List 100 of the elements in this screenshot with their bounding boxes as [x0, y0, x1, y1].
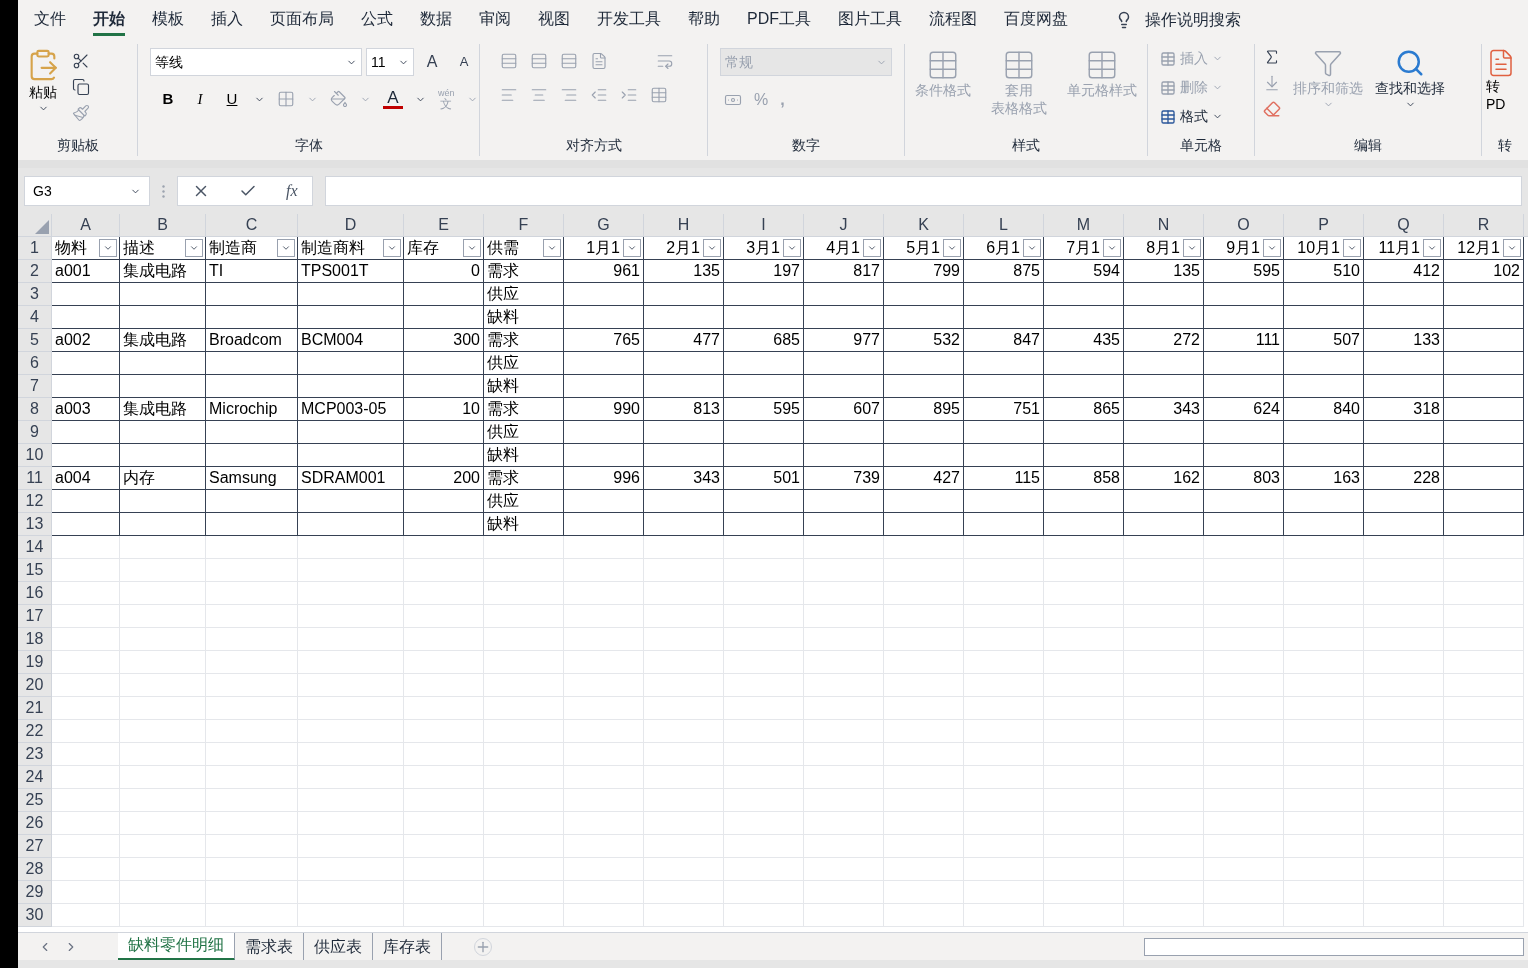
column-header[interactable]: C — [206, 214, 298, 236]
fill-color-icon[interactable] — [330, 90, 348, 109]
eraser-icon[interactable] — [1263, 100, 1281, 118]
column-header[interactable]: R — [1444, 214, 1524, 236]
sheet-tab[interactable]: 缺料零件明细 — [118, 932, 235, 961]
column-header[interactable]: I — [724, 214, 804, 236]
orientation-icon[interactable] — [590, 52, 608, 70]
column-header[interactable]: F — [484, 214, 564, 236]
filter-dropdown[interactable] — [1103, 239, 1121, 257]
row-header[interactable]: 10 — [18, 444, 52, 467]
cut-icon[interactable] — [72, 52, 90, 70]
filter-dropdown[interactable] — [703, 239, 721, 257]
row-header[interactable]: 26 — [18, 812, 52, 835]
row-header[interactable]: 30 — [18, 904, 52, 927]
filter-dropdown[interactable] — [1023, 239, 1041, 257]
underline-button[interactable]: U — [222, 88, 242, 111]
decrease-indent-icon[interactable] — [590, 86, 608, 104]
middle-align-icon[interactable] — [530, 52, 548, 70]
copy-icon[interactable] — [72, 78, 90, 96]
filter-dropdown[interactable] — [463, 239, 481, 257]
filter-dropdown[interactable] — [277, 239, 295, 257]
column-header[interactable]: L — [964, 214, 1044, 236]
filter-dropdown[interactable] — [1263, 239, 1281, 257]
bold-button[interactable]: B — [158, 88, 178, 111]
row-header[interactable]: 20 — [18, 674, 52, 697]
row-header[interactable]: 17 — [18, 605, 52, 628]
ribbon-tab[interactable]: 帮助 — [688, 4, 720, 36]
column-header[interactable]: D — [298, 214, 404, 236]
row-header[interactable]: 21 — [18, 697, 52, 720]
border-icon[interactable] — [277, 90, 295, 109]
ribbon-tab[interactable]: 百度网盘 — [1004, 4, 1068, 36]
ribbon-tab[interactable]: 视图 — [538, 4, 570, 36]
row-header[interactable]: 18 — [18, 628, 52, 651]
row-header[interactable]: 4 — [18, 306, 52, 329]
shrink-font-button[interactable]: A — [450, 52, 478, 72]
row-header[interactable]: 28 — [18, 858, 52, 881]
row-header[interactable]: 8 — [18, 398, 52, 421]
row-header[interactable]: 22 — [18, 720, 52, 743]
ribbon-tab[interactable]: 插入 — [211, 4, 243, 36]
fill-down-icon[interactable] — [1263, 74, 1281, 92]
formula-field[interactable] — [325, 176, 1522, 206]
row-header[interactable]: 29 — [18, 881, 52, 904]
paste-button[interactable]: 粘贴 — [22, 48, 64, 114]
row-header[interactable]: 23 — [18, 743, 52, 766]
convert-button[interactable]: 转 PD — [1486, 48, 1516, 113]
column-header[interactable]: O — [1204, 214, 1284, 236]
column-header[interactable]: J — [804, 214, 884, 236]
ribbon-tab[interactable]: 公式 — [361, 4, 393, 36]
align-center-icon[interactable] — [530, 86, 548, 104]
row-header[interactable]: 2 — [18, 260, 52, 283]
row-header[interactable]: 19 — [18, 651, 52, 674]
row-header[interactable]: 5 — [18, 329, 52, 352]
row-header[interactable]: 14 — [18, 536, 52, 559]
row-header[interactable]: 16 — [18, 582, 52, 605]
row-header[interactable]: 27 — [18, 835, 52, 858]
tell-me-search[interactable]: 操作说明搜索 — [1145, 8, 1241, 32]
row-header[interactable]: 12 — [18, 490, 52, 513]
ribbon-tab[interactable]: 流程图 — [929, 4, 977, 36]
italic-button[interactable]: I — [190, 88, 210, 111]
column-header[interactable]: Q — [1364, 214, 1444, 236]
row-header[interactable]: 13 — [18, 513, 52, 536]
column-header[interactable]: E — [404, 214, 484, 236]
filter-dropdown[interactable] — [1503, 239, 1521, 257]
filter-dropdown[interactable] — [1183, 239, 1201, 257]
row-header[interactable]: 24 — [18, 766, 52, 789]
ribbon-tab[interactable]: 数据 — [420, 4, 452, 36]
filter-dropdown[interactable] — [543, 239, 561, 257]
row-header[interactable]: 9 — [18, 421, 52, 444]
column-header[interactable]: G — [564, 214, 644, 236]
brush-icon[interactable] — [72, 104, 90, 122]
row-header[interactable]: 11 — [18, 467, 52, 490]
align-right-icon[interactable] — [560, 86, 578, 104]
filter-dropdown[interactable] — [99, 239, 117, 257]
row-header[interactable]: 25 — [18, 789, 52, 812]
column-header[interactable]: H — [644, 214, 724, 236]
increase-indent-icon[interactable] — [620, 86, 638, 104]
align-left-icon[interactable] — [500, 86, 518, 104]
font-name-field[interactable]: 等线 — [150, 48, 362, 76]
column-header[interactable]: P — [1284, 214, 1364, 236]
row-header[interactable]: 3 — [18, 283, 52, 306]
ribbon-tab[interactable]: 开发工具 — [597, 4, 661, 36]
top-align-icon[interactable] — [500, 52, 518, 70]
filter-dropdown[interactable] — [863, 239, 881, 257]
ribbon-tab[interactable]: 审阅 — [479, 4, 511, 36]
filter-dropdown[interactable] — [623, 239, 641, 257]
column-header[interactable]: B — [120, 214, 206, 236]
name-box[interactable]: G3 — [24, 176, 150, 206]
ribbon-tab[interactable]: 文件 — [34, 4, 66, 36]
filter-dropdown[interactable] — [943, 239, 961, 257]
filter-dropdown[interactable] — [783, 239, 801, 257]
grow-font-button[interactable]: A — [418, 50, 446, 74]
merge-icon[interactable] — [650, 86, 668, 104]
font-size-field[interactable]: 11 — [366, 48, 414, 76]
filter-dropdown[interactable] — [383, 239, 401, 257]
cell-button[interactable]: 格式 — [1160, 106, 1223, 127]
column-header[interactable]: M — [1044, 214, 1124, 236]
row-header[interactable]: 6 — [18, 352, 52, 375]
column-header[interactable]: N — [1124, 214, 1204, 236]
row-header[interactable]: 7 — [18, 375, 52, 398]
filter-dropdown[interactable] — [1423, 239, 1441, 257]
